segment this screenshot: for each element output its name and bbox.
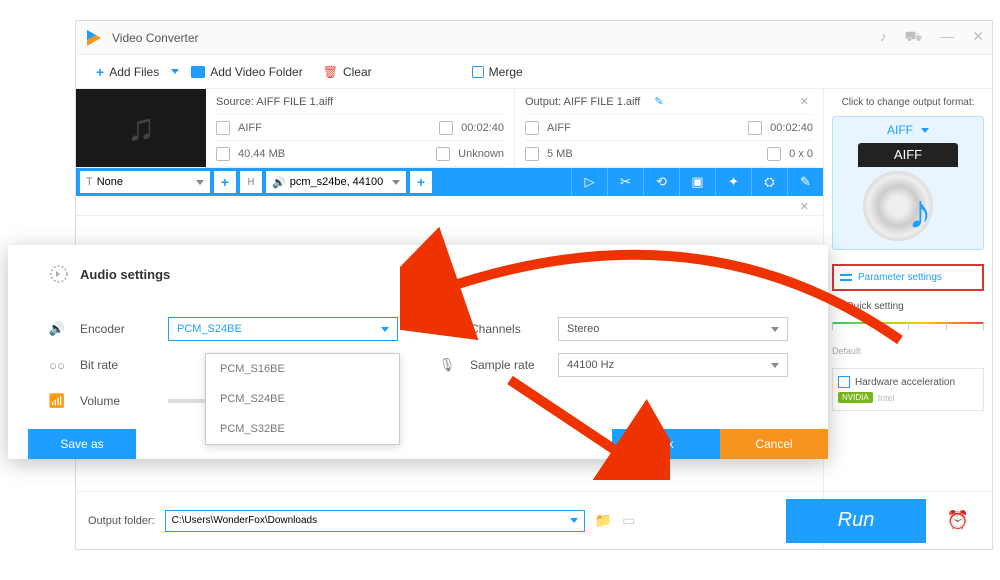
key-icon[interactable]: ♪ <box>880 28 887 47</box>
intel-badge: Intel <box>878 393 895 403</box>
open-folder-icon[interactable]: 📁 <box>595 512 612 529</box>
merge-icon <box>472 66 484 78</box>
subtitle-select[interactable]: TNone <box>80 171 210 193</box>
add-audio-button[interactable]: + <box>410 171 432 193</box>
format-chevron-icon <box>921 128 929 133</box>
output-format-label: Click to change output format: <box>832 97 984 108</box>
add-files-button[interactable]: +Add Files <box>88 60 167 84</box>
cut-icon[interactable]: ✂ <box>607 168 643 196</box>
quick-setting-label: ◄Quick setting <box>832 301 984 312</box>
file-row-2: Source: AIFF FILE 2.aiff Output: AIFF FI… <box>76 196 823 216</box>
rotate-icon[interactable]: ⟲ <box>643 168 679 196</box>
sliders-icon <box>840 273 852 283</box>
close-icon[interactable]: ✕ <box>972 28 984 47</box>
main-toolbar: +Add Files Add Video Folder 🗑Clear Merge <box>76 55 992 89</box>
file-row: ♫ Source: AIFF FILE 1.aiff AIFF00:02:40 … <box>76 89 823 168</box>
format-image: AIFF ♪ <box>858 143 958 243</box>
source-label: Source: AIFF FILE 1.aiff <box>216 96 333 108</box>
format-icon <box>216 121 230 135</box>
size-icon <box>216 147 230 161</box>
encoder-icon: 🔊 <box>48 320 66 338</box>
titlebar: Video Converter ♪ ⛟ — ✕ <box>76 21 992 55</box>
side-panel: Click to change output format: AIFF AIFF… <box>824 89 992 549</box>
channels-select[interactable]: Stereo <box>558 317 788 341</box>
crop-icon[interactable]: ▣ <box>679 168 715 196</box>
add-files-dropdown-icon[interactable] <box>171 69 179 74</box>
clear-button[interactable]: 🗑Clear <box>315 61 380 83</box>
h-button[interactable]: H <box>240 171 262 193</box>
effects-icon[interactable]: ✦ <box>715 168 751 196</box>
audio-settings-modal: Audio settings 🔊 Encoder PCM_S24BE ○○ Bi… <box>8 245 828 459</box>
trash-icon: 🗑 <box>323 65 338 79</box>
watermark-icon[interactable]: ⛭ <box>751 168 787 196</box>
remove-file-2-icon[interactable]: ✕ <box>796 200 813 211</box>
chip-icon <box>838 376 850 388</box>
output-folder-label: Output folder: <box>88 515 155 527</box>
clock-icon <box>439 121 453 135</box>
encoder-option[interactable]: PCM_S16BE <box>206 354 399 384</box>
app-logo-icon <box>84 28 104 48</box>
audio-track-select[interactable]: 🔊pcm_s24be, 44100 <box>266 171 406 193</box>
edit-icon[interactable]: ✎ <box>787 168 823 196</box>
edit-icon[interactable]: ✎ <box>654 95 663 108</box>
quality-slider[interactable] <box>832 322 984 342</box>
add-folder-button[interactable]: Add Video Folder <box>183 61 311 83</box>
output-folder-input[interactable]: C:\Users\WonderFox\Downloads <box>165 510 585 532</box>
ok-button[interactable]: Ok <box>612 429 720 459</box>
music-note-icon: ♫ <box>127 107 156 150</box>
dims-icon <box>436 147 450 161</box>
encoder-option[interactable]: PCM_S32BE <box>206 414 399 444</box>
file-action-bar: TNone + H 🔊pcm_s24be, 44100 + ▷ ✂ ⟲ ▣ ✦ … <box>76 168 823 196</box>
encoder-select[interactable]: PCM_S24BE <box>168 317 398 341</box>
music-wave-icon: ♪ <box>908 193 958 243</box>
hardware-accel-card: Hardware acceleration NVIDIAIntel <box>832 368 984 411</box>
nvidia-badge: NVIDIA <box>838 392 873 403</box>
output-format-card[interactable]: AIFF AIFF ♪ <box>832 116 984 250</box>
encoder-dropdown: PCM_S16BE PCM_S24BE PCM_S32BE <box>205 353 400 445</box>
output-label: Output: AIFF FILE 1.aiff <box>525 96 640 108</box>
samplerate-select[interactable]: 44100 Hz <box>558 353 788 377</box>
preview-icon[interactable]: ▷ <box>571 168 607 196</box>
samplerate-icon: 🎙 <box>438 356 456 374</box>
encoder-option[interactable]: PCM_S24BE <box>206 384 399 414</box>
add-subtitle-button[interactable]: + <box>214 171 236 193</box>
cancel-button[interactable]: Cancel <box>720 429 828 459</box>
channels-icon: ⊙ <box>438 320 456 338</box>
bottom-bar: Output folder: C:\Users\WonderFox\Downlo… <box>76 491 992 549</box>
schedule-icon[interactable]: ⏰ <box>936 499 980 543</box>
volume-icon: 📶 <box>48 392 66 410</box>
file-thumbnail: ♫ <box>76 89 206 167</box>
remove-file-icon[interactable]: ✕ <box>796 95 813 108</box>
minimize-icon[interactable]: — <box>940 28 954 47</box>
browse-icon[interactable]: ▭ <box>622 512 635 529</box>
cart-icon[interactable]: ⛟ <box>905 28 923 47</box>
save-as-button[interactable]: Save as <box>28 429 136 459</box>
run-button[interactable]: Run <box>786 499 926 543</box>
merge-button[interactable]: Merge <box>464 61 531 83</box>
folder-icon <box>191 66 205 78</box>
app-title: Video Converter <box>112 31 199 45</box>
parameter-settings-button[interactable]: Parameter settings <box>832 264 984 291</box>
bitrate-icon: ○○ <box>48 356 66 374</box>
gear-speaker-icon <box>48 263 70 285</box>
